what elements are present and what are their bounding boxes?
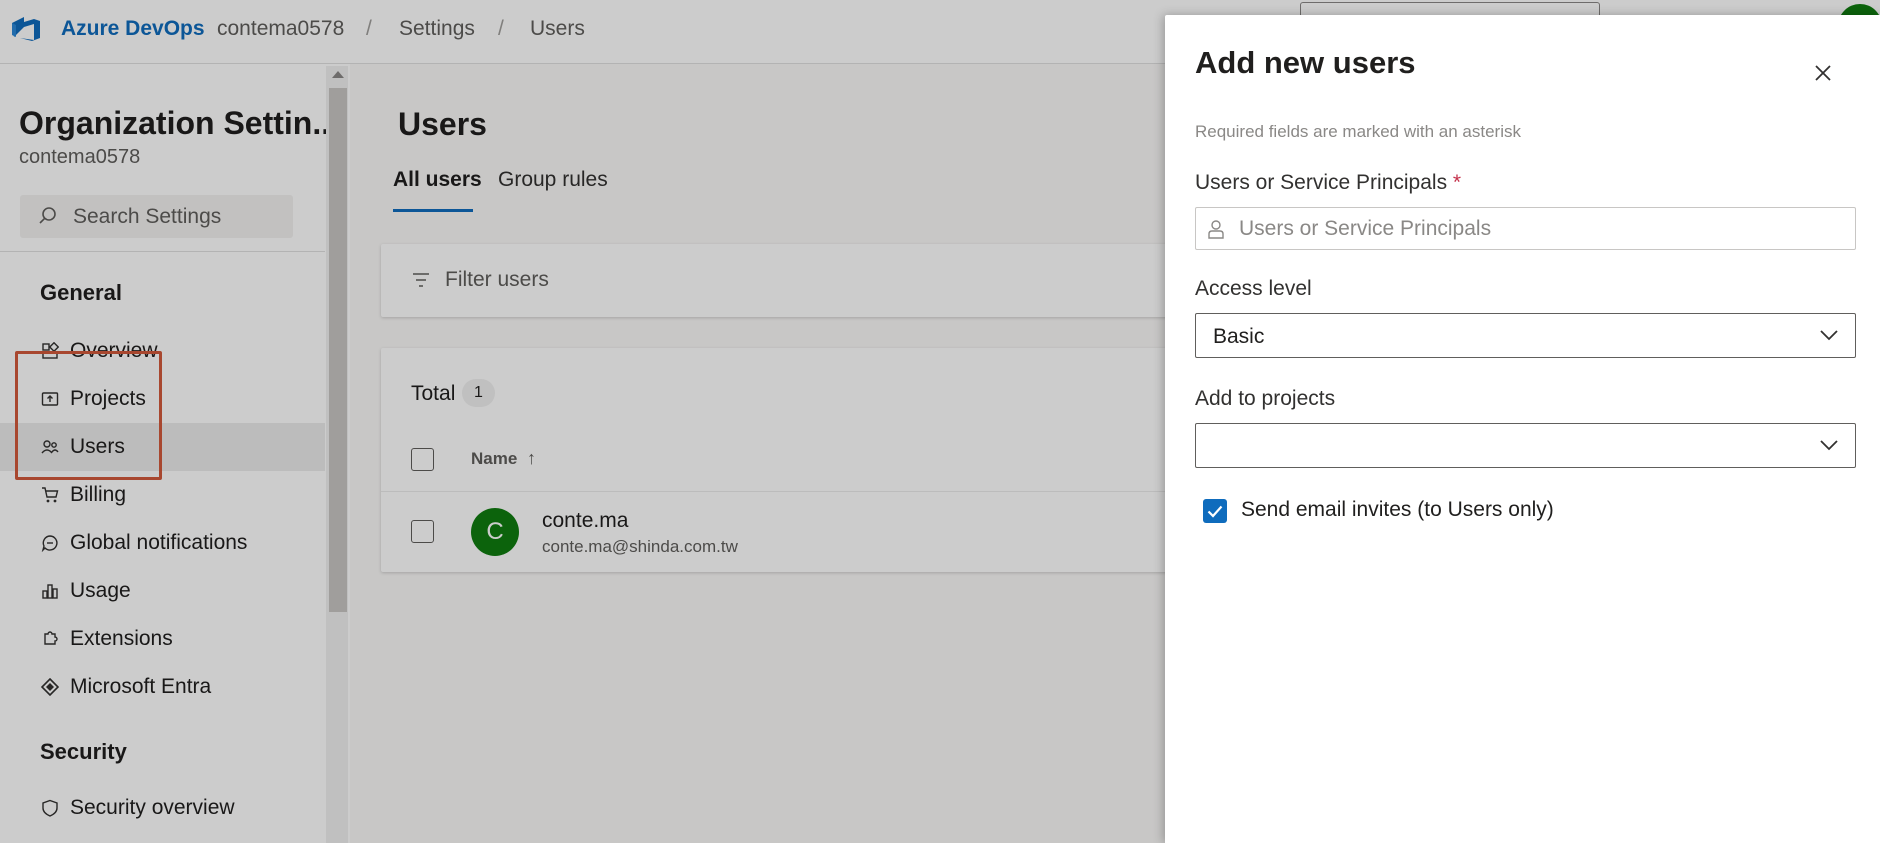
- add-users-panel: Add new users Required fields are marked…: [1165, 15, 1880, 843]
- chevron-down-icon: [1820, 330, 1838, 341]
- access-level-dropdown[interactable]: Basic: [1195, 313, 1856, 358]
- send-email-invites-checkbox[interactable]: [1203, 499, 1227, 523]
- checkmark-icon: [1207, 505, 1223, 518]
- users-picker[interactable]: [1195, 207, 1856, 250]
- users-field-label: Users or Service Principals *: [1195, 171, 1461, 195]
- access-level-label: Access level: [1195, 277, 1312, 300]
- users-input[interactable]: [1239, 208, 1839, 249]
- send-email-invites-label[interactable]: Send email invites (to Users only): [1241, 498, 1554, 522]
- add-to-projects-label: Add to projects: [1195, 387, 1336, 410]
- add-to-projects-dropdown[interactable]: [1195, 423, 1856, 468]
- required-asterisk: *: [1452, 171, 1462, 194]
- person-icon: [1208, 220, 1224, 239]
- access-level-value: Basic: [1213, 325, 1265, 348]
- users-field-label-text: Users or Service Principals: [1195, 171, 1448, 194]
- chevron-down-icon: [1820, 440, 1838, 451]
- panel-title: Add new users: [1195, 45, 1416, 80]
- close-button[interactable]: [1803, 53, 1843, 93]
- close-icon: [1815, 65, 1831, 81]
- required-fields-note: Required fields are marked with an aster…: [1195, 122, 1521, 141]
